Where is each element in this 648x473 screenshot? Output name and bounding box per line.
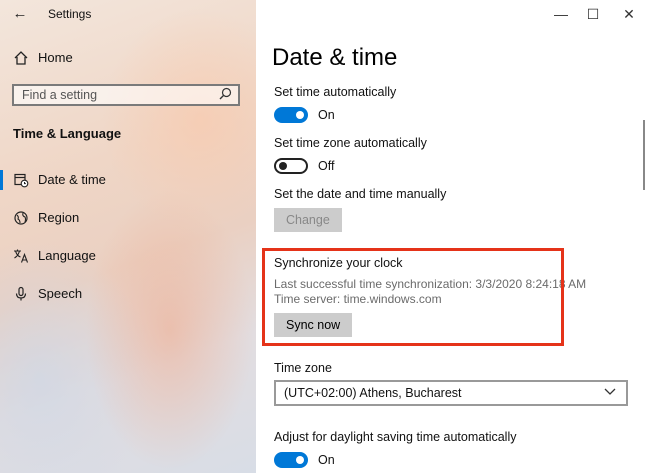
set-zone-auto-toggle[interactable] bbox=[274, 158, 308, 174]
sidebar-item-home[interactable]: Home bbox=[0, 44, 256, 72]
dst-state: On bbox=[318, 453, 335, 467]
sidebar-item-language[interactable]: Language bbox=[0, 242, 256, 270]
speech-icon bbox=[12, 285, 30, 303]
sidebar-item-label: Language bbox=[38, 248, 96, 263]
dst-label: Adjust for daylight saving time automati… bbox=[274, 430, 517, 444]
set-time-auto-label: Set time automatically bbox=[274, 85, 397, 99]
settings-sidebar: ← Settings Home Find a setting Time & La… bbox=[0, 0, 256, 473]
sidebar-item-label: Region bbox=[38, 210, 80, 225]
search-placeholder: Find a setting bbox=[22, 88, 98, 102]
search-input[interactable]: Find a setting bbox=[12, 84, 240, 106]
language-icon bbox=[12, 247, 30, 265]
content-pane: — ☐ ✕ Date & time Set time automatically… bbox=[256, 0, 648, 473]
highlight-box bbox=[262, 248, 564, 346]
set-zone-auto-state: Off bbox=[318, 159, 335, 173]
search-icon[interactable] bbox=[219, 87, 232, 103]
title-bar-left: ← Settings bbox=[0, 0, 256, 28]
back-arrow-icon[interactable]: ← bbox=[10, 4, 30, 24]
set-zone-auto-label: Set time zone automatically bbox=[274, 136, 427, 150]
time-zone-label: Time zone bbox=[274, 361, 332, 375]
sidebar-item-label: Date & time bbox=[38, 172, 106, 187]
date-time-icon bbox=[12, 171, 30, 189]
home-icon bbox=[12, 49, 30, 67]
sidebar-item-region[interactable]: Region bbox=[0, 204, 256, 232]
scrollbar[interactable] bbox=[643, 120, 645, 190]
page-title: Date & time bbox=[272, 44, 398, 71]
time-zone-select[interactable]: (UTC+02:00) Athens, Bucharest bbox=[274, 380, 628, 406]
selection-indicator bbox=[0, 170, 3, 190]
close-button[interactable]: ✕ bbox=[614, 4, 644, 24]
minimize-button[interactable]: — bbox=[546, 4, 576, 24]
manual-label: Set the date and time manually bbox=[274, 187, 447, 201]
sidebar-item-date-time[interactable]: Date & time bbox=[0, 166, 256, 194]
sidebar-item-label: Speech bbox=[38, 286, 83, 301]
maximize-button[interactable]: ☐ bbox=[578, 4, 608, 24]
dst-toggle[interactable] bbox=[274, 452, 308, 468]
sidebar-item-speech[interactable]: Speech bbox=[0, 280, 256, 308]
set-time-auto-state: On bbox=[318, 108, 335, 122]
chevron-down-icon bbox=[604, 385, 616, 400]
window-title: Settings bbox=[48, 7, 92, 21]
section-heading: Time & Language bbox=[13, 126, 122, 141]
change-button[interactable]: Change bbox=[274, 208, 342, 232]
time-zone-value: (UTC+02:00) Athens, Bucharest bbox=[284, 386, 462, 400]
set-time-auto-toggle[interactable] bbox=[274, 107, 308, 123]
sidebar-item-label: Home bbox=[38, 50, 73, 65]
region-icon bbox=[12, 209, 30, 227]
